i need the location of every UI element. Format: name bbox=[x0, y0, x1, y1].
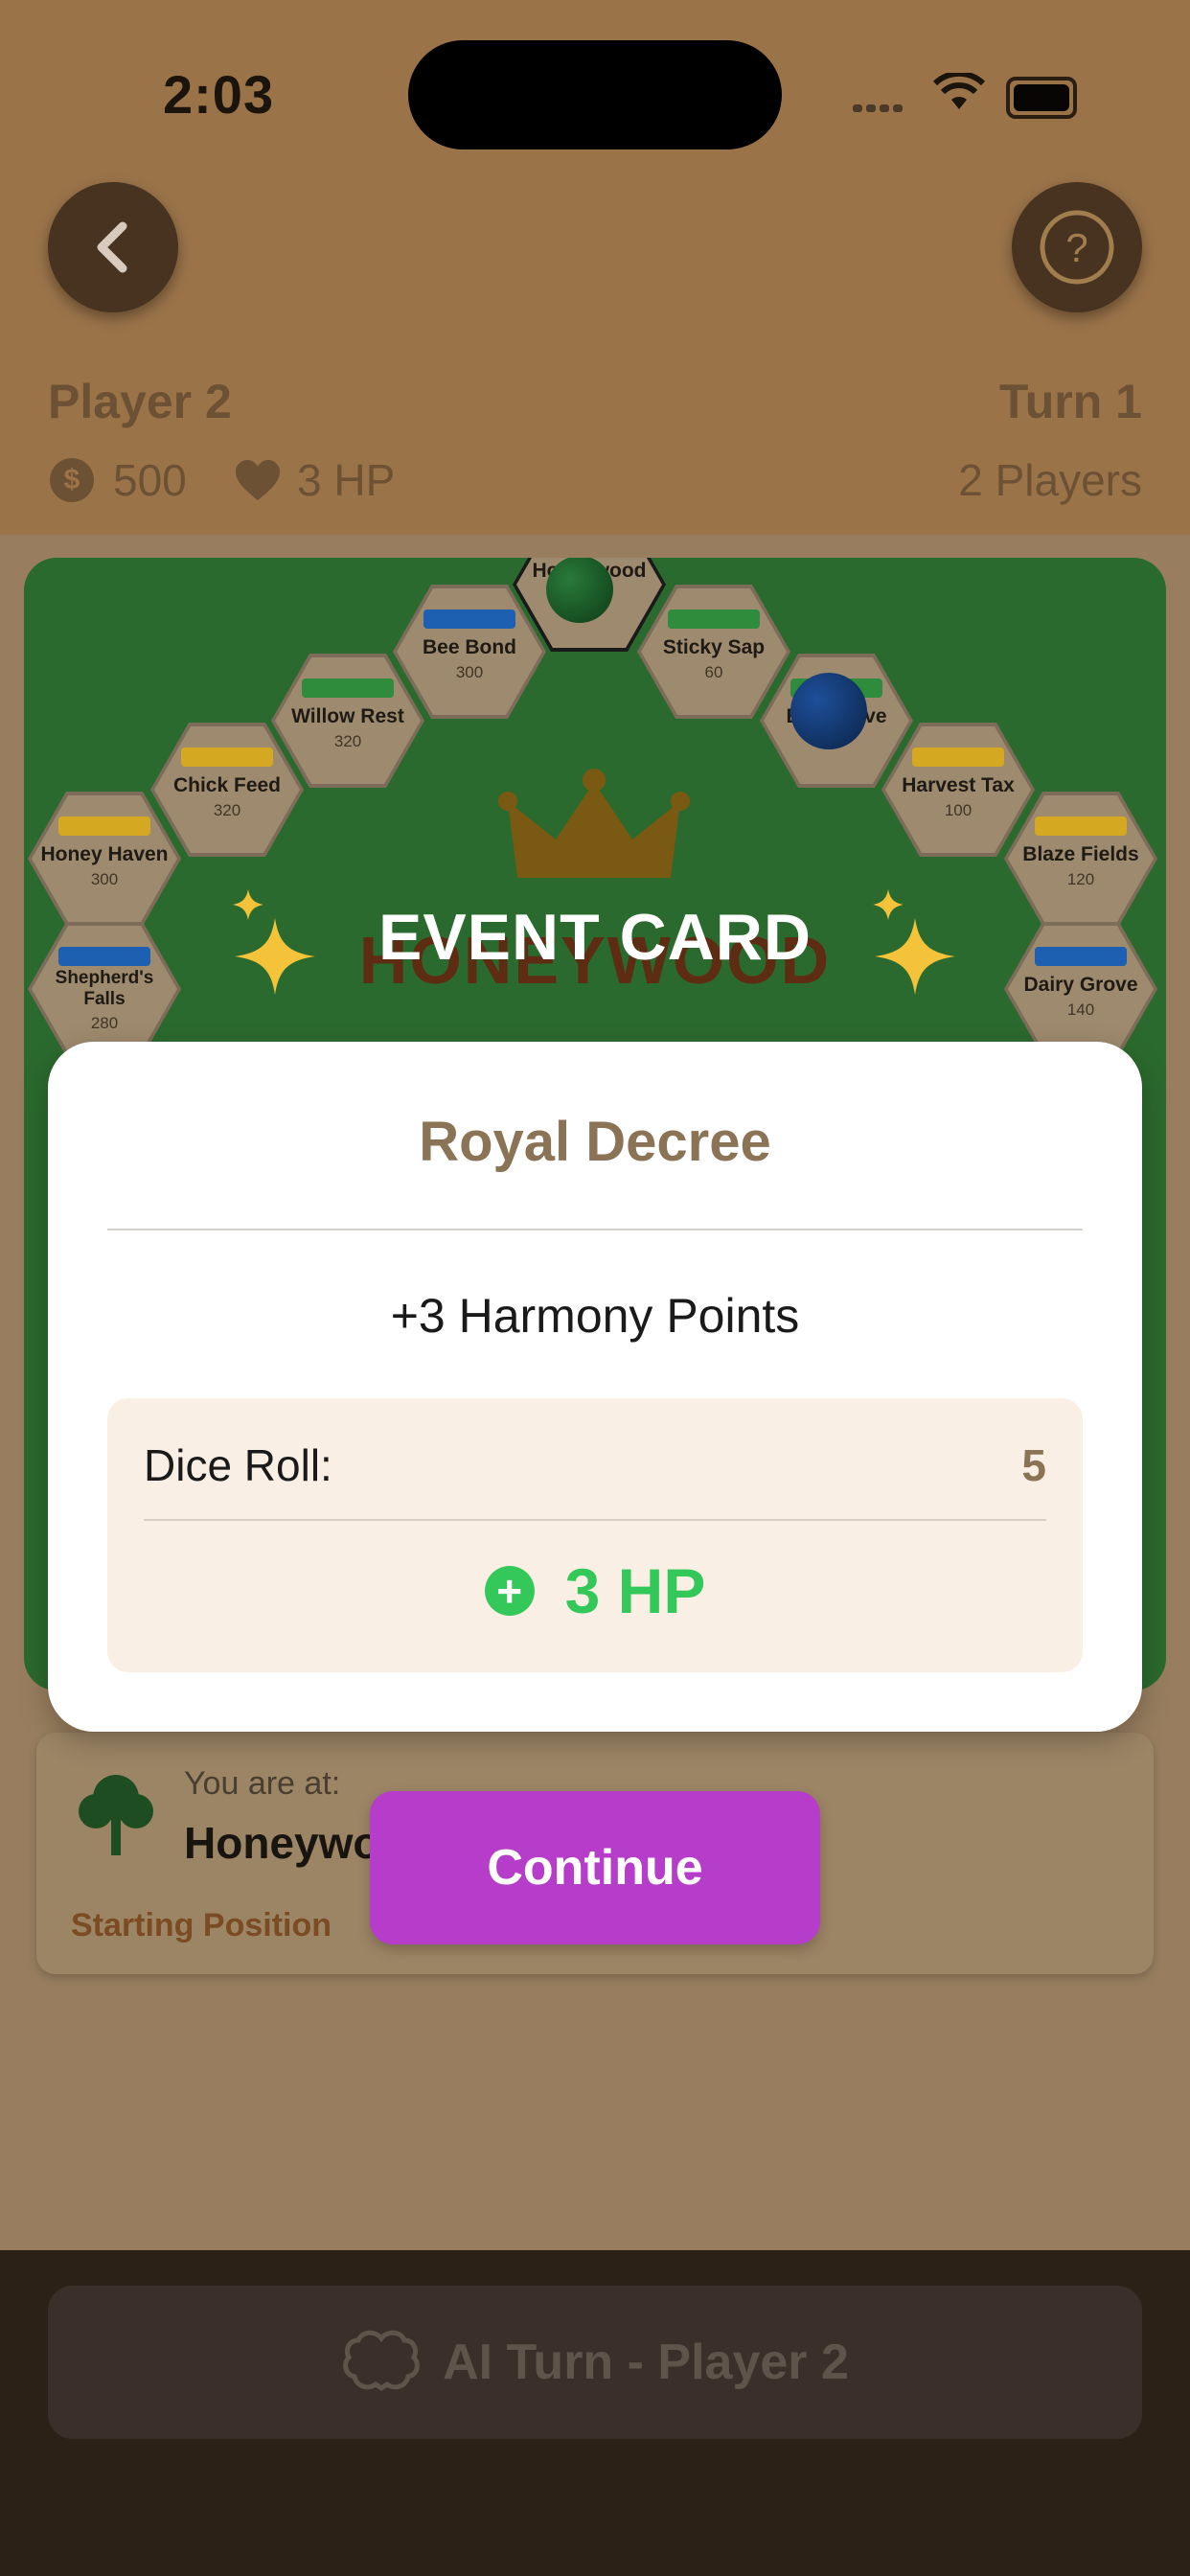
sparkles-icon bbox=[233, 889, 316, 995]
roll-result: + 3 HP bbox=[107, 1554, 1083, 1627]
dice-roll-label: Dice Roll: bbox=[144, 1440, 332, 1490]
tile-price: 140 bbox=[1066, 1000, 1095, 1019]
question-icon: ? bbox=[1040, 210, 1114, 285]
ai-turn-button[interactable]: AI Turn - Player 2 bbox=[48, 2286, 1142, 2439]
tile-color-bar bbox=[181, 748, 273, 767]
tile-name: Blaze Fields bbox=[1022, 843, 1139, 865]
heart-icon bbox=[236, 460, 280, 500]
tile-price: 120 bbox=[1066, 870, 1095, 888]
dynamic-island bbox=[408, 40, 782, 150]
signal-icon bbox=[853, 100, 906, 117]
status-time: 2:03 bbox=[163, 64, 275, 125]
tile-color-bar bbox=[912, 748, 1004, 767]
crown-icon bbox=[498, 769, 690, 878]
dollar-icon: $ bbox=[50, 458, 94, 502]
money-display: $ 500 bbox=[50, 454, 187, 506]
tile-color-bar bbox=[423, 610, 515, 629]
event-card-heading: EVENT CARD bbox=[0, 889, 1190, 995]
hp-value: 3 HP bbox=[297, 455, 396, 505]
money-value: 500 bbox=[113, 455, 187, 505]
tile-color-bar bbox=[302, 678, 394, 698]
plus-circle-icon: + bbox=[484, 1566, 535, 1616]
divider bbox=[144, 1519, 1046, 1521]
player-token-blue bbox=[790, 673, 867, 749]
brain-icon bbox=[343, 2330, 420, 2392]
tile-color-bar bbox=[58, 816, 150, 836]
location-label: You are at: bbox=[184, 1765, 341, 1802]
continue-label: Continue bbox=[487, 1840, 703, 1896]
player-name: Player 2 bbox=[48, 375, 232, 428]
event-card-title: EVENT CARD bbox=[378, 900, 812, 974]
player-token-green bbox=[546, 558, 613, 623]
card-effect: +3 Harmony Points bbox=[390, 1289, 800, 1343]
tile-name: Honey Haven bbox=[40, 843, 169, 865]
tree-icon bbox=[79, 1775, 153, 1855]
chevron-left-icon bbox=[97, 221, 127, 273]
hp-display: 3 HP bbox=[234, 454, 395, 506]
battery-icon bbox=[1006, 77, 1077, 119]
tile-price: 300 bbox=[90, 870, 119, 888]
players-count: 2 Players bbox=[958, 455, 1142, 505]
back-button[interactable] bbox=[48, 182, 178, 312]
turn-label: Turn 1 bbox=[998, 375, 1142, 428]
card-name: Royal Decree bbox=[419, 1111, 771, 1173]
location-subtitle: Starting Position bbox=[71, 1907, 332, 1944]
continue-button[interactable]: Continue bbox=[370, 1791, 820, 1944]
svg-text:?: ? bbox=[1065, 225, 1087, 270]
dice-roll-value: 5 bbox=[1021, 1440, 1046, 1490]
tile-color-bar bbox=[668, 610, 760, 629]
divider bbox=[107, 1229, 1083, 1230]
help-button[interactable]: ? bbox=[1012, 182, 1142, 312]
tile-color-bar bbox=[1035, 816, 1127, 836]
tile-price: 280 bbox=[90, 1014, 119, 1032]
wifi-icon bbox=[933, 73, 985, 109]
ai-turn-label: AI Turn - Player 2 bbox=[443, 2334, 849, 2390]
result-value: 3 HP bbox=[564, 1555, 706, 1626]
sparkles-icon bbox=[872, 889, 955, 995]
